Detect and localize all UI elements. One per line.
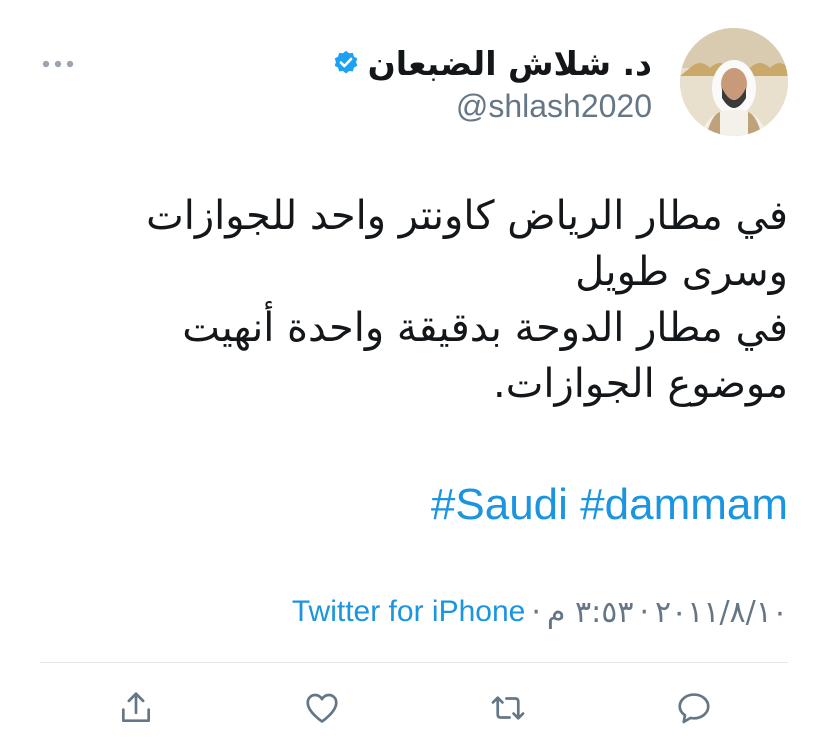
reply-button[interactable] <box>674 688 714 728</box>
hashtags: #Saudi #dammam <box>431 480 788 530</box>
tweet-date[interactable]: ٢٠١١/٨/١٠ <box>655 595 788 630</box>
retweet-icon <box>491 696 525 720</box>
name-row: د. شلاش الضبعان <box>332 40 652 86</box>
avatar-photo <box>680 28 788 136</box>
tweet-line: موضوع الجوازات. <box>493 361 788 407</box>
tweet-meta: Twitter for iPhone · ٣:٥٣ م · ٢٠١١/٨/١٠ <box>292 590 788 634</box>
tweet-line: في مطار الرياض كاونتر واحد للجوازات <box>146 193 788 239</box>
tweet-line: وسرى طويل <box>575 249 788 295</box>
retweet-button[interactable] <box>488 688 528 728</box>
meta-separator: · <box>531 594 541 630</box>
display-name[interactable]: د. شلاش الضبعان <box>368 44 652 83</box>
tweet-source-link[interactable]: Twitter for iPhone <box>292 595 525 629</box>
user-handle[interactable]: @shlash2020 <box>332 88 652 125</box>
divider <box>40 662 788 663</box>
heart-icon <box>306 693 338 723</box>
share-icon <box>121 692 151 723</box>
tweet-line: في مطار الدوحة بدقيقة واحدة أنهيت <box>182 305 788 351</box>
verified-badge-icon <box>332 49 360 77</box>
more-options-button[interactable] <box>38 52 78 76</box>
share-button[interactable] <box>116 688 156 728</box>
tweet-text: في مطار الرياض كاونتر واحد للجوازات وسرى… <box>88 188 788 412</box>
tweet-header: د. شلاش الضبعان @shlash2020 <box>332 40 652 125</box>
more-horizontal-icon <box>42 60 74 68</box>
reply-icon <box>678 693 710 724</box>
meta-separator: · <box>639 594 649 630</box>
hashtag-link-saudi[interactable]: #Saudi <box>431 480 568 529</box>
tweet-time: ٣:٥٣ م <box>546 594 634 630</box>
like-button[interactable] <box>302 688 342 728</box>
hashtag-link-dammam[interactable]: #dammam <box>580 480 788 529</box>
avatar[interactable] <box>680 28 788 136</box>
